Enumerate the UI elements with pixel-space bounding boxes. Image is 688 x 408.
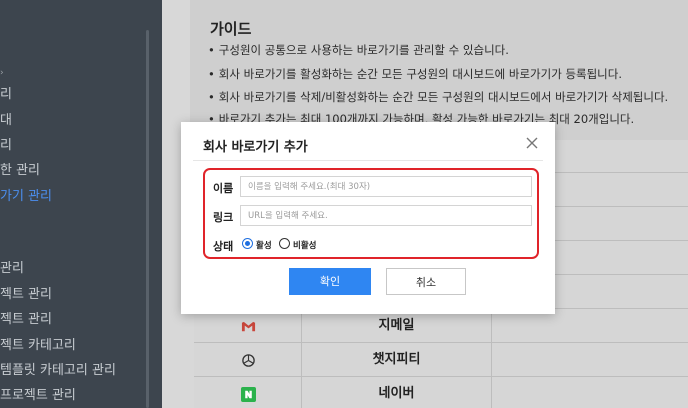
modal-divider bbox=[193, 160, 543, 161]
cancel-button[interactable]: 취소 bbox=[386, 268, 466, 295]
name-input[interactable] bbox=[240, 176, 532, 197]
add-shortcut-modal: 회사 바로가기 추가 이름 링크 상태 활성 비활성 확인 취소 bbox=[181, 122, 555, 314]
link-input[interactable] bbox=[240, 205, 532, 226]
link-label: 링크 bbox=[213, 211, 234, 224]
status-inactive-label[interactable]: 비활성 bbox=[293, 239, 316, 251]
status-active-label[interactable]: 활성 bbox=[256, 239, 272, 251]
status-active-radio[interactable] bbox=[242, 238, 253, 249]
confirm-button[interactable]: 확인 bbox=[289, 268, 371, 295]
close-icon[interactable] bbox=[525, 136, 539, 150]
status-label: 상태 bbox=[213, 240, 234, 253]
name-label: 이름 bbox=[213, 182, 234, 195]
modal-title: 회사 바로가기 추가 bbox=[203, 140, 308, 155]
shortcut-form: 이름 링크 상태 활성 비활성 bbox=[203, 168, 539, 259]
status-inactive-radio[interactable] bbox=[279, 238, 290, 249]
